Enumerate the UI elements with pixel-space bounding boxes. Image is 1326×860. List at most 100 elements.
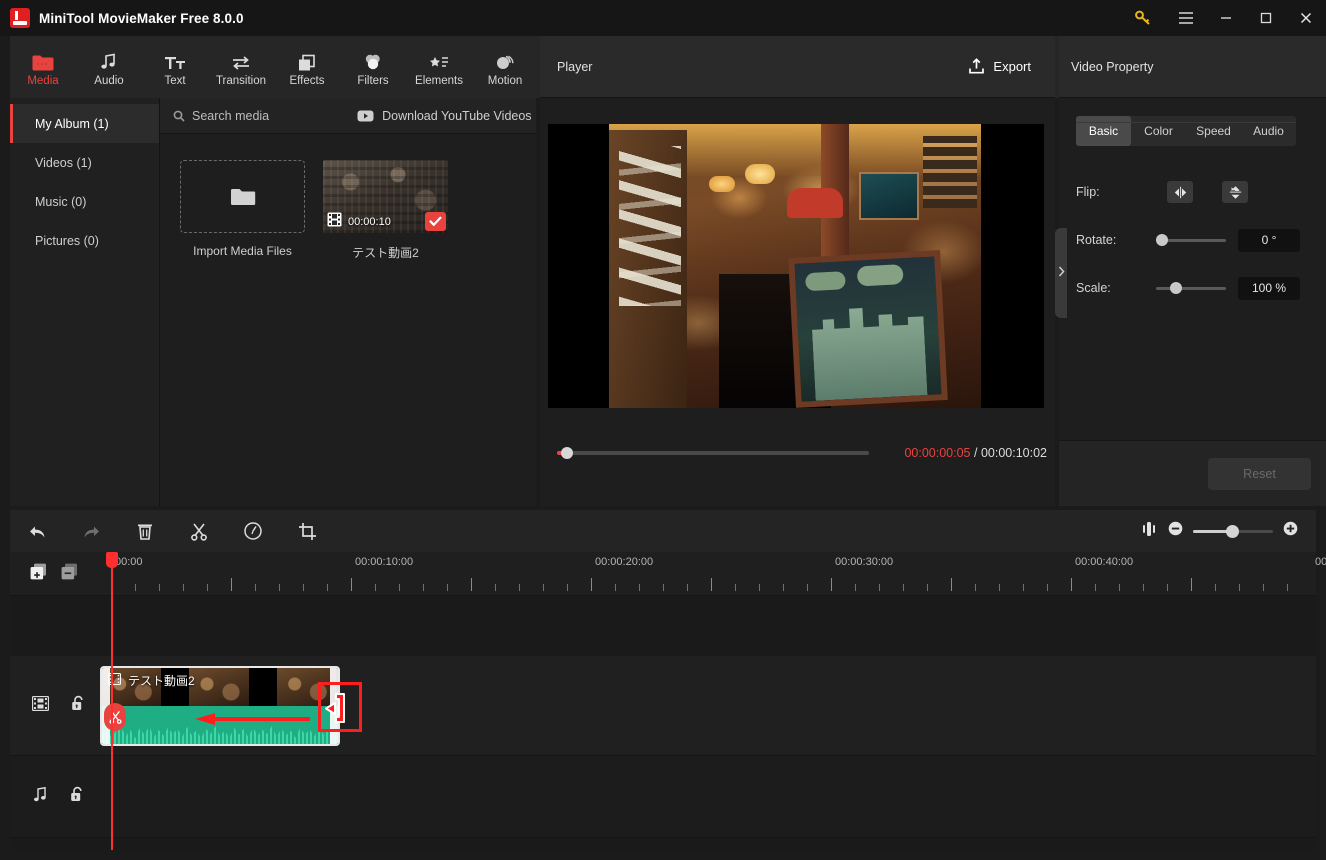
tab-basic[interactable]: Basic xyxy=(1076,116,1131,146)
tab-elements[interactable]: Elements xyxy=(406,36,472,98)
rotate-value[interactable]: 0 ° xyxy=(1238,228,1300,252)
delete-button[interactable] xyxy=(118,510,172,552)
tab-audio[interactable]: Audio xyxy=(1241,116,1296,146)
seek-slider[interactable] xyxy=(557,447,870,459)
ruler-tick xyxy=(735,584,736,591)
sidebar-item-pictures[interactable]: Pictures (0) xyxy=(10,221,159,260)
sidebar-item-music[interactable]: Music (0) xyxy=(10,182,159,221)
tab-transition[interactable]: Transition xyxy=(208,36,274,98)
scale-slider[interactable] xyxy=(1156,282,1226,294)
unlock-icon[interactable] xyxy=(71,695,86,717)
seek-handle[interactable] xyxy=(561,447,573,459)
timeline-zoom-slider[interactable] xyxy=(1193,524,1273,538)
ruler-tick xyxy=(231,578,232,591)
tab-media[interactable]: Media xyxy=(10,36,76,98)
playhead-handle[interactable] xyxy=(106,552,118,568)
tab-text[interactable]: Text xyxy=(142,36,208,98)
ruler-tick xyxy=(471,578,472,591)
split-button[interactable] xyxy=(172,510,226,552)
rotate-row: Rotate: 0 ° xyxy=(1076,226,1308,254)
add-track-icon[interactable] xyxy=(30,563,47,585)
minimize-icon[interactable] xyxy=(1206,0,1246,36)
text-icon xyxy=(164,48,186,72)
clip-name: テスト動画2 xyxy=(128,674,195,688)
fit-timeline-icon[interactable] xyxy=(1140,521,1158,542)
zoom-in-button[interactable] xyxy=(1283,521,1298,541)
ruler-tick xyxy=(279,584,280,591)
tab-effects[interactable]: Effects xyxy=(274,36,340,98)
ruler-tick xyxy=(303,584,304,591)
hamburger-icon[interactable] xyxy=(1166,0,1206,36)
timeline-clip[interactable]: テスト動画2 xyxy=(100,666,340,746)
redo-button[interactable] xyxy=(64,510,118,552)
scale-value[interactable]: 100 % xyxy=(1238,276,1300,300)
search-media-field[interactable]: Search media xyxy=(173,109,269,123)
import-dropzone[interactable] xyxy=(180,160,305,233)
ruler-tick xyxy=(1023,584,1024,591)
flip-horizontal-icon[interactable] xyxy=(1167,181,1193,203)
rotate-slider[interactable] xyxy=(1156,234,1226,246)
tab-motion[interactable]: Motion xyxy=(472,36,538,98)
ruler-tick xyxy=(543,584,544,591)
ruler-tick xyxy=(351,578,352,591)
zoom-handle[interactable] xyxy=(1226,524,1239,538)
remove-track-icon[interactable] xyxy=(61,563,78,585)
flip-vertical-icon[interactable] xyxy=(1222,181,1248,203)
export-button[interactable]: Export xyxy=(968,58,1031,75)
tab-speed[interactable]: Speed xyxy=(1186,116,1241,146)
reset-button[interactable]: Reset xyxy=(1208,458,1311,490)
download-youtube-button[interactable]: Download YouTube Videos xyxy=(357,109,532,123)
video-track[interactable]: テスト動画2 xyxy=(10,656,1316,756)
film-icon xyxy=(327,212,342,232)
import-media-tile[interactable]: Import Media Files xyxy=(180,160,305,261)
tab-label: Elements xyxy=(415,74,463,87)
film-icon xyxy=(31,695,50,716)
current-time: 00:00:00:05 xyxy=(904,446,971,460)
tab-label: Color xyxy=(1144,124,1173,138)
tab-filters[interactable]: Filters xyxy=(340,36,406,98)
timeline-empty-area[interactable] xyxy=(10,596,1316,656)
ruler-header xyxy=(10,552,100,596)
folder-icon xyxy=(230,188,255,205)
ruler-tick xyxy=(951,578,952,591)
media-thumbnail[interactable]: 00:00:10 xyxy=(323,160,448,233)
sidebar-item-videos[interactable]: Videos (1) xyxy=(10,143,159,182)
ruler-tick xyxy=(183,584,184,591)
chevron-right-icon xyxy=(1058,266,1065,280)
search-icon xyxy=(173,110,185,122)
ruler-tick xyxy=(879,584,880,591)
media-item[interactable]: 00:00:10 テスト動画2 xyxy=(323,160,448,261)
scale-handle[interactable] xyxy=(1170,282,1182,294)
unlock-icon[interactable] xyxy=(70,786,85,808)
ruler-tick xyxy=(711,578,712,591)
media-content: Search media Download YouTube Videos Imp… xyxy=(160,98,536,506)
video-track-header xyxy=(10,656,100,755)
ruler-tick xyxy=(159,584,160,591)
speed-button[interactable] xyxy=(226,510,280,552)
maximize-icon[interactable] xyxy=(1246,0,1286,36)
split-badge[interactable] xyxy=(104,703,126,731)
ruler-tick xyxy=(615,584,616,591)
crop-button[interactable] xyxy=(280,510,334,552)
media-selected-check-icon[interactable] xyxy=(425,212,446,231)
zoom-out-button[interactable] xyxy=(1168,521,1183,541)
ruler-label: 00:00:10:00 xyxy=(355,556,414,568)
tab-color[interactable]: Color xyxy=(1131,116,1186,146)
timeline-ruler[interactable]: 00:00 00:00:10:00 00:00:20:00 00:00:30:00 00… xyxy=(10,552,1326,596)
ruler-tick xyxy=(1143,584,1144,591)
rotate-handle[interactable] xyxy=(1156,234,1168,246)
panel-collapse-handle[interactable] xyxy=(1055,228,1067,318)
media-item-name: テスト動画2 xyxy=(352,246,419,260)
ruler-tick xyxy=(759,584,760,591)
tab-audio[interactable]: Audio xyxy=(76,36,142,98)
undo-button[interactable] xyxy=(10,510,64,552)
key-icon[interactable] xyxy=(1120,0,1166,36)
video-preview-stage[interactable] xyxy=(548,124,1044,408)
property-footer: Reset xyxy=(1059,440,1326,506)
timeline-playhead[interactable] xyxy=(106,552,118,850)
close-icon[interactable] xyxy=(1286,0,1326,36)
ruler-tick xyxy=(519,584,520,591)
audio-track[interactable] xyxy=(10,756,1316,838)
ruler-tick xyxy=(855,584,856,591)
sidebar-item-my-album[interactable]: My Album (1) xyxy=(10,104,159,143)
